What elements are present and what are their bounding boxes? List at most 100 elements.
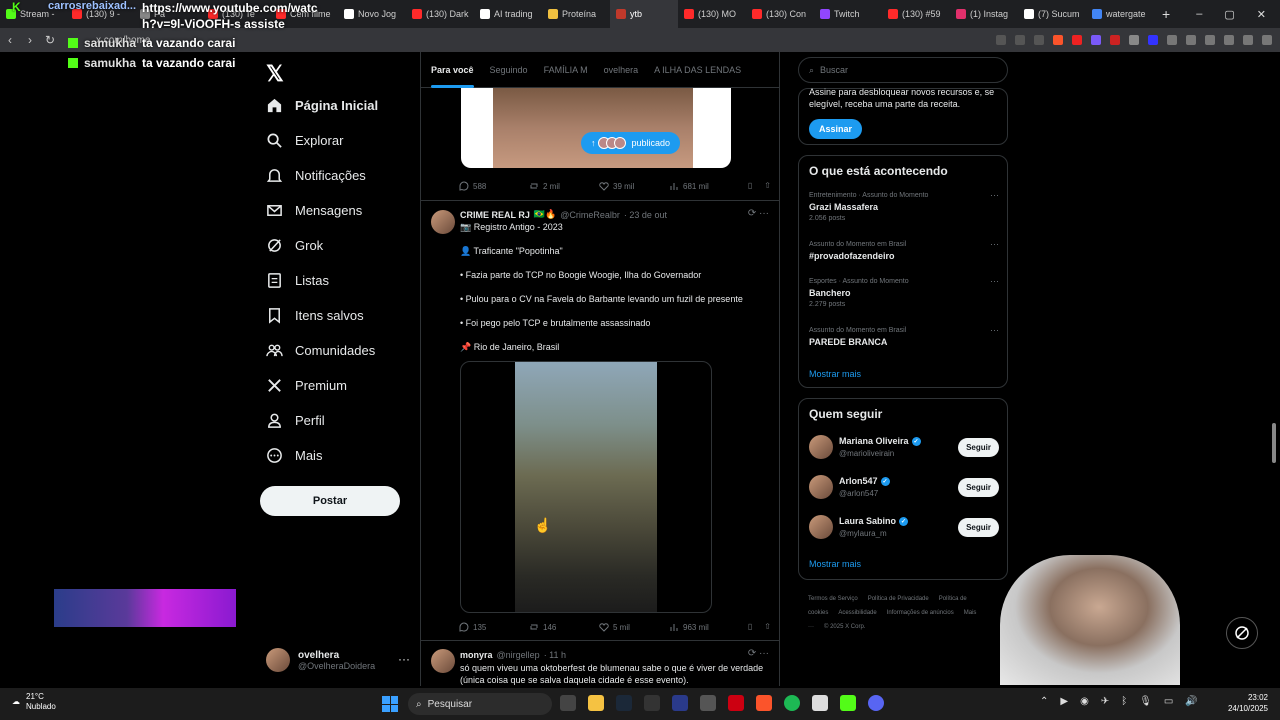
menu-icon[interactable] — [1262, 35, 1272, 45]
browser-tab[interactable]: watergate — [1086, 0, 1154, 28]
notepad-icon[interactable] — [812, 695, 828, 711]
views-button[interactable]: 681 mil — [669, 181, 739, 191]
bookmark-icon[interactable]: ▯ — [748, 622, 752, 632]
chevron-up-icon[interactable]: ⌃ — [1040, 696, 1048, 707]
author-name[interactable]: monyra — [460, 650, 493, 660]
share-icon[interactable]: ⇧ — [764, 622, 771, 632]
footer-link[interactable]: Informações de anúncios — [887, 610, 954, 616]
sidebar-item-p-gina-inicial[interactable]: Página Inicial — [266, 97, 378, 114]
browser-tab[interactable]: (1) Instag — [950, 0, 1018, 28]
sidebar-item-comunidades[interactable]: Comunidades — [266, 342, 375, 359]
avatar[interactable] — [809, 515, 833, 539]
brave-shield-icon[interactable] — [1053, 35, 1063, 45]
avatar[interactable] — [809, 475, 833, 499]
post-media[interactable]: ↑ publicado — [461, 88, 731, 168]
follow-button[interactable]: Seguir — [958, 477, 999, 497]
app-icon[interactable] — [700, 695, 716, 711]
sidebar-item-listas[interactable]: Listas — [266, 272, 329, 289]
post-date[interactable]: · 23 de out — [624, 210, 667, 220]
opera-icon[interactable] — [728, 695, 744, 711]
download-icon[interactable] — [1186, 35, 1196, 45]
repost-button[interactable]: 146 — [529, 622, 599, 632]
sidebar-item-perfil[interactable]: Perfil — [266, 412, 325, 429]
more-dots-icon[interactable]: ··· — [990, 276, 999, 286]
tray-icon[interactable]: ✈ — [1101, 696, 1109, 707]
browser-tab[interactable]: ytb — [610, 0, 678, 28]
weather-widget[interactable]: ☁ 21°C Nublado — [12, 692, 56, 712]
tray-icon[interactable]: ◉ — [1080, 696, 1089, 707]
app-icon[interactable] — [672, 695, 688, 711]
footer-link[interactable]: Acessibilidade — [838, 610, 876, 616]
media-icon[interactable] — [1205, 35, 1215, 45]
reload-icon[interactable]: ↻ — [40, 33, 60, 47]
x-logo-icon[interactable]: 𝕏 — [266, 61, 284, 87]
extension-icon[interactable] — [1148, 35, 1158, 45]
steam-icon[interactable] — [616, 695, 632, 711]
app-icon[interactable] — [644, 695, 660, 711]
reply-button[interactable]: 588 — [459, 181, 529, 191]
feed-tab[interactable]: Seguindo — [490, 65, 528, 75]
sidebar-item-mensagens[interactable]: Mensagens — [266, 202, 362, 219]
show-more-link[interactable]: Mostrar mais — [809, 559, 861, 569]
close-icon[interactable]: ✕ — [1257, 8, 1266, 21]
more-dots-icon[interactable]: ··· — [990, 239, 999, 249]
sidebar-icon[interactable] — [1224, 35, 1234, 45]
sidebar-item-itens-salvos[interactable]: Itens salvos — [266, 307, 364, 324]
extension-icon[interactable] — [1110, 35, 1120, 45]
reply-button[interactable]: 135 — [459, 622, 529, 632]
show-more-link[interactable]: Mostrar mais — [809, 369, 861, 379]
trend-item[interactable]: Entretenimento · Assunto do Momento Grazi… — [809, 190, 999, 222]
volume-icon[interactable]: 🔊 — [1185, 696, 1197, 707]
author-handle[interactable]: @CrimeRealbr — [560, 210, 620, 220]
like-button[interactable]: 5 mil — [599, 622, 669, 632]
feed-tab[interactable]: A ILHA DAS LENDAS — [654, 65, 741, 75]
trend-item[interactable]: Esportes · Assunto do Momento Banchero 2.2… — [809, 276, 999, 308]
extension-icon[interactable] — [1091, 35, 1101, 45]
share-icon[interactable]: ⇧ — [764, 181, 771, 191]
sidebar-item-explorar[interactable]: Explorar — [266, 132, 343, 149]
browser-tab[interactable]: Twitch — [814, 0, 882, 28]
brave-icon[interactable] — [756, 695, 772, 711]
kick-icon[interactable] — [840, 695, 856, 711]
feed-tab[interactable]: ovelhera — [604, 65, 639, 75]
avatar[interactable] — [431, 210, 455, 234]
windows-start-icon[interactable] — [382, 696, 398, 712]
footer-link[interactable]: Política de Privacidade — [868, 596, 929, 602]
follow-button[interactable]: Seguir — [958, 437, 999, 457]
sidebar-item-notifica-es[interactable]: Notificações — [266, 167, 366, 184]
scrollbar[interactable] — [1272, 423, 1276, 463]
avatar[interactable] — [809, 435, 833, 459]
screen-icon[interactable] — [996, 35, 1006, 45]
discord-icon[interactable] — [868, 695, 884, 711]
puzzle-icon[interactable] — [1167, 35, 1177, 45]
post-video[interactable] — [460, 361, 712, 613]
grok-icon[interactable] — [1226, 617, 1258, 649]
wallet-icon[interactable] — [1243, 35, 1253, 45]
sidebar-item-mais[interactable]: Mais — [266, 447, 322, 464]
browser-tab[interactable]: (7) Sucum — [1018, 0, 1086, 28]
feed-tab[interactable]: FAMÍLIA M — [544, 65, 588, 75]
subscribe-button[interactable]: Assinar — [809, 119, 863, 139]
more-dots-icon[interactable]: ⟳ ··· — [748, 208, 769, 219]
more-dots-icon[interactable]: ⟳ ··· — [748, 648, 769, 659]
mic-icon[interactable]: 🎙 — [1139, 696, 1152, 707]
back-icon[interactable]: ‹ — [0, 33, 20, 47]
browser-tab[interactable]: (130) MO — [678, 0, 746, 28]
repost-button[interactable]: 2 mil — [529, 181, 599, 191]
maximize-icon[interactable]: ▢ — [1224, 8, 1234, 21]
clock[interactable]: 23:02 24/10/2025 — [1228, 692, 1268, 714]
bookmark-icon[interactable]: ▯ — [748, 181, 752, 191]
forward-icon[interactable]: › — [20, 33, 40, 47]
share-icon[interactable] — [1034, 35, 1044, 45]
bluetooth-icon[interactable]: ᛒ — [1121, 696, 1127, 707]
footer-link[interactable]: © 2025 X Corp. — [824, 624, 865, 630]
account-switcher[interactable]: ovelhera @OvelheraDoidera ··· — [266, 648, 410, 672]
rewards-icon[interactable] — [1072, 35, 1082, 45]
post-button[interactable]: Postar — [260, 486, 400, 516]
extension-icon[interactable] — [1129, 35, 1139, 45]
browser-tab[interactable]: Proteína — [542, 0, 610, 28]
zoom-icon[interactable] — [1015, 35, 1025, 45]
more-dots-icon[interactable]: ··· — [398, 652, 410, 666]
trend-item[interactable]: Assunto do Momento em Brasil PAREDE BRANC… — [809, 325, 999, 347]
network-icon[interactable]: ▭ — [1164, 696, 1173, 707]
